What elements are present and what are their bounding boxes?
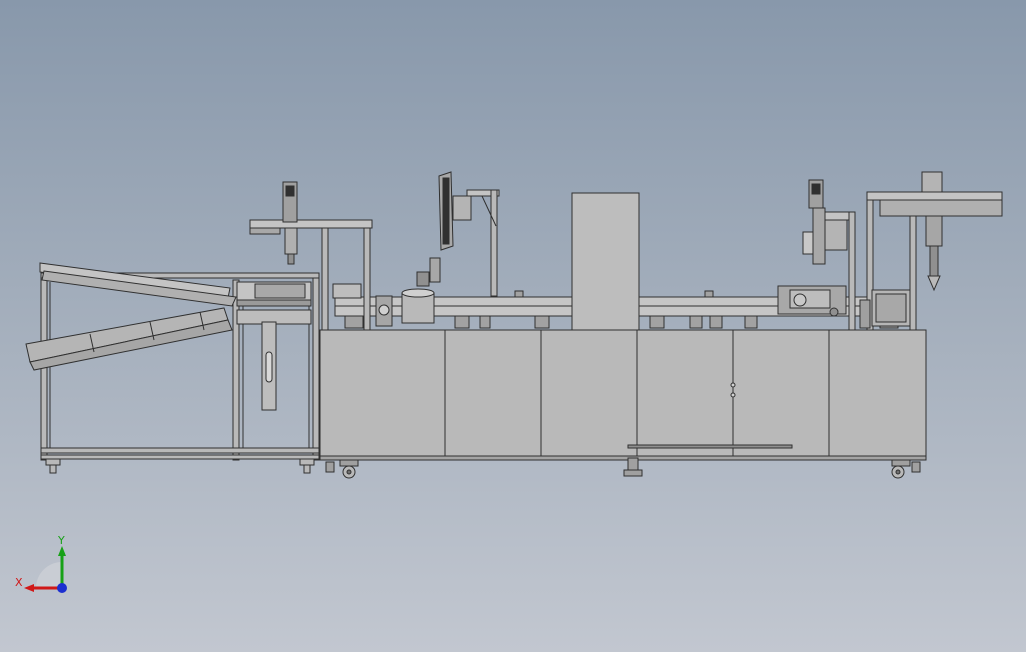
left-frame bbox=[40, 272, 320, 474]
machine-assembly-drawing: Y X bbox=[15, 171, 1003, 593]
station-4-gantry bbox=[859, 171, 1003, 331]
cad-viewport[interactable]: Y X bbox=[0, 0, 1026, 652]
station-3 bbox=[777, 179, 856, 331]
triad-icon: Y X bbox=[15, 534, 67, 593]
axis-label-x: X bbox=[15, 576, 23, 589]
main-cabinet bbox=[319, 329, 927, 479]
central-enclosure bbox=[571, 192, 640, 331]
axis-label-y: Y bbox=[57, 534, 65, 547]
